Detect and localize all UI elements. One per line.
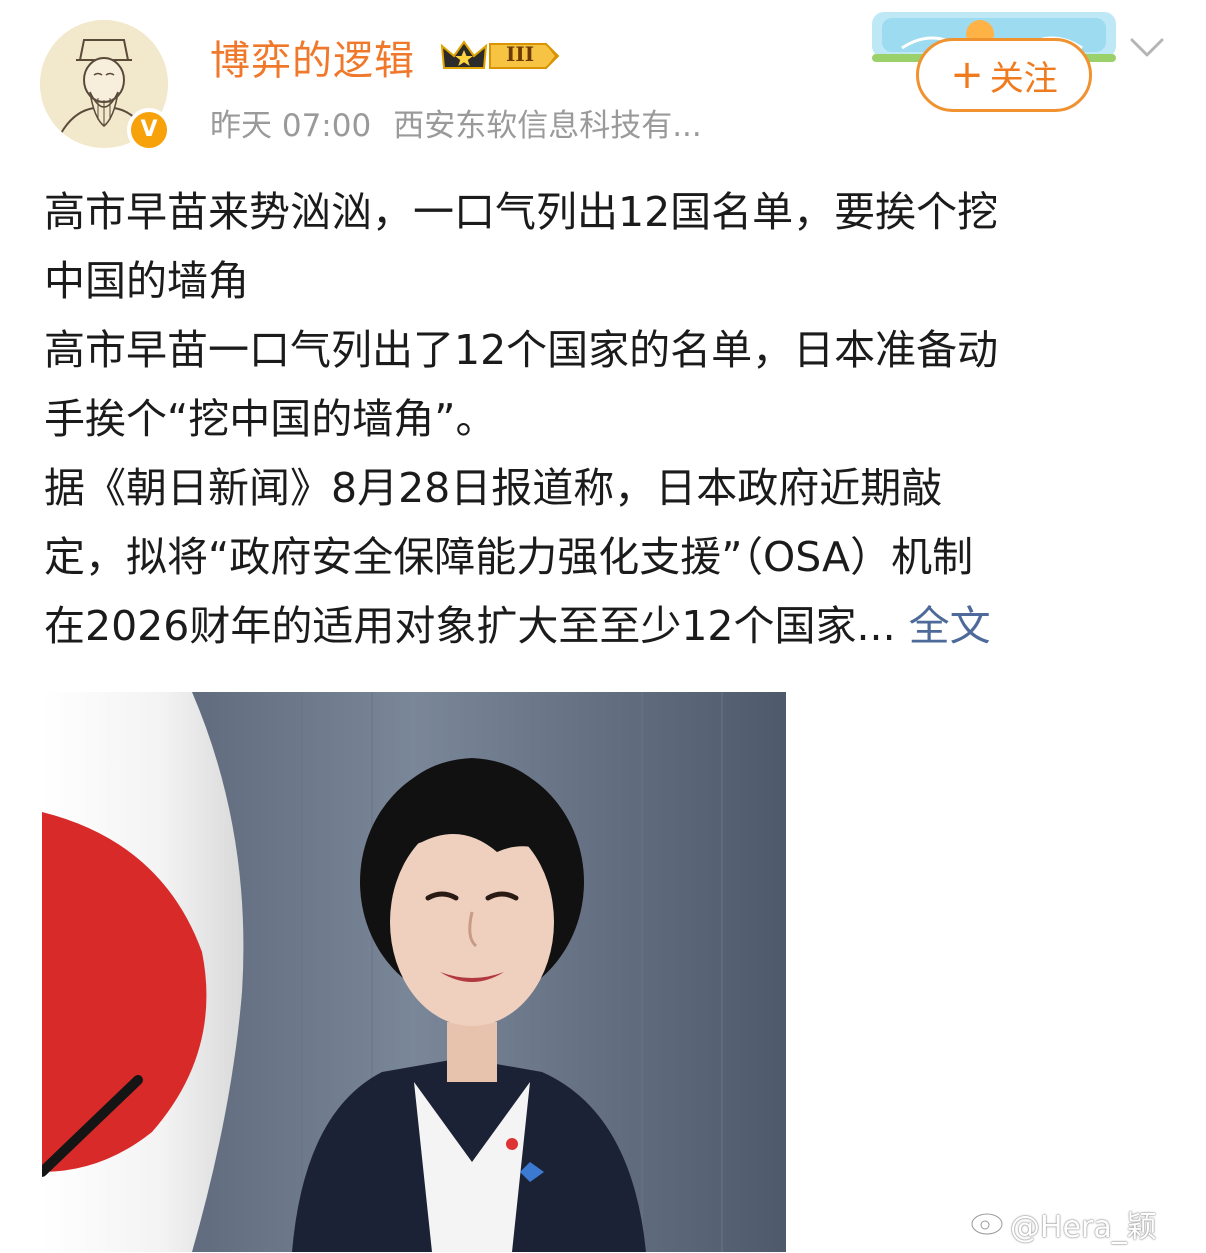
post-line: 中国的墙角 [44, 257, 249, 305]
username[interactable]: 博弈的逻辑 [210, 28, 415, 86]
post-time: 昨天 07:00 [210, 108, 372, 144]
photo-illustration [42, 692, 786, 1252]
follow-button[interactable]: + 关注 [916, 38, 1092, 112]
level-badge-label: III [506, 42, 535, 66]
chevron-down-icon[interactable] [1128, 34, 1166, 62]
watermark: @Hera_颖 [1010, 1210, 1157, 1245]
post-line: 高市早苗来势汹汹，一口气列出12国名单，要挨个挖 [44, 188, 999, 236]
weibo-logo-icon [970, 1206, 1006, 1236]
post-line: 定，拟将“政府安全保障能力强化支援”（OSA）机制 [44, 533, 974, 581]
post-meta: 昨天 07:00 西安东软信息科技有... [210, 100, 702, 145]
plus-icon: + [950, 52, 984, 98]
post-image[interactable] [42, 692, 786, 1252]
post-line: 高市早苗一口气列出了12个国家的名单，日本准备动 [44, 326, 999, 374]
full-text-link[interactable]: 全文 [909, 602, 991, 650]
post-header: V 博弈的逻辑 III 昨天 07:00 西安东软信息科技有... + 关注 [0, 0, 1206, 160]
verified-v-icon: V [127, 108, 171, 152]
post-line: 据《朝日新闻》8月28日报道称，日本政府近期敲 [44, 464, 943, 512]
post-body[interactable]: 高市早苗来势汹汹，一口气列出12国名单，要挨个挖 中国的墙角 高市早苗一口气列出… [44, 178, 1168, 661]
post-source[interactable]: 西安东软信息科技有... [393, 108, 702, 144]
follow-label: 关注 [989, 58, 1058, 99]
post-line: 在2026财年的适用对象扩大至至少12个国家... [44, 602, 896, 650]
crown-icon [440, 40, 488, 69]
post-line: 手挨个“挖中国的墙角”。 [44, 395, 497, 443]
post-line-last: 在2026财年的适用对象扩大至至少12个国家... 全文 [44, 592, 1168, 661]
